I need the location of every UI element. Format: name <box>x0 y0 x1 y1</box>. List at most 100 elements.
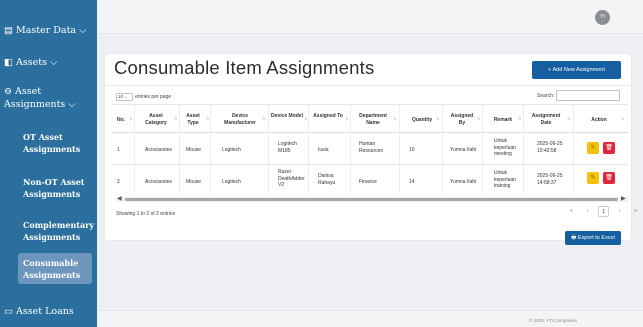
column-divider <box>399 105 400 194</box>
search-input[interactable] <box>556 90 620 101</box>
column-header-asset-type[interactable]: Asset Type <box>182 113 204 126</box>
avatar[interactable]: YI <box>595 10 610 25</box>
column-header-no[interactable]: No. <box>114 117 128 124</box>
scrollbar-thumb[interactable] <box>125 198 618 201</box>
edit-button[interactable]: ✎ <box>587 172 599 184</box>
assets-icon: ◧ <box>4 57 13 68</box>
cell-no: 2 <box>117 179 120 185</box>
row-divider <box>112 164 628 165</box>
column-divider <box>482 105 483 194</box>
sidebar-item-assets[interactable]: ◧ Assets ⌵ <box>0 56 97 69</box>
column-header-remark[interactable]: Remark <box>489 117 517 124</box>
chevron-down-icon: ⌵ <box>68 99 76 110</box>
trash-icon: 🗑 <box>605 145 613 151</box>
sidebar-item-asset-assignments[interactable]: ⊖ Asset Assignments ⌵ <box>0 85 94 111</box>
entries-per-page: 10 ⌵ entries per page <box>116 93 171 101</box>
column-header-assigned-to[interactable]: Assigned To <box>312 113 344 120</box>
sort-icon: ⇅ <box>567 116 571 121</box>
page-title: Consumable Item Assignments <box>114 57 375 78</box>
column-divider <box>210 105 211 194</box>
scroll-right-icon[interactable]: ▶ <box>621 195 626 202</box>
table-info: Showing 1 to 2 of 2 entries <box>116 211 176 217</box>
sidebar-item-label: Assets <box>16 57 47 68</box>
cell-device-model: Razer DeathAdder V2 <box>278 169 305 188</box>
cell-device-manufacturer: Logitech <box>222 179 241 185</box>
delete-button[interactable]: 🗑 <box>603 172 615 184</box>
cell-assigned-by: Yumna Ilahi <box>450 147 477 153</box>
cell-asset-type: Mouse <box>186 179 202 185</box>
column-divider <box>268 105 269 194</box>
edit-button[interactable]: ✎ <box>587 142 599 154</box>
cell-quantity: 10 <box>409 147 415 153</box>
first-page-button[interactable]: « <box>566 206 577 217</box>
last-page-button[interactable]: » <box>630 206 641 217</box>
sort-icon: ⇅ <box>345 116 349 121</box>
column-header-action: Action <box>591 117 607 123</box>
printer-icon: 🖶 <box>571 235 577 241</box>
pagination: « ‹ 1 › » <box>566 206 641 217</box>
column-divider <box>573 105 574 194</box>
pencil-icon: ✎ <box>590 175 596 181</box>
sidebar-item-label: Master Data <box>16 25 77 36</box>
sidebar-item-complementary-assignments[interactable]: Complementary Assignments <box>23 219 95 243</box>
cell-remark: Untuk keperluan meeting <box>494 138 516 157</box>
delete-button[interactable]: 🗑 <box>603 142 615 154</box>
sort-icon: ⇅ <box>436 116 440 121</box>
sort-icon: ⇅ <box>621 116 625 121</box>
cell-asset-category: Accessories <box>145 147 172 153</box>
chevron-down-icon: ⌵ <box>124 94 128 99</box>
trash-icon: 🗑 <box>605 175 613 181</box>
column-divider <box>442 105 443 194</box>
horizontal-scrollbar[interactable] <box>116 197 628 202</box>
sidebar-item-master-data[interactable]: ▤ Master Data ⌵ <box>0 24 97 37</box>
add-assignment-button[interactable]: + Add New Assignment <box>532 61 621 79</box>
footer-copyright: © 2025, YTI Companies <box>529 318 578 323</box>
chevron-down-icon: ⌵ <box>79 25 87 36</box>
sidebar-item-non-ot-asset-assignments[interactable]: Non-OT Asset Assignments <box>23 176 93 200</box>
column-header-asset-category[interactable]: Asset Category <box>138 113 174 126</box>
sort-icon: ⇅ <box>129 116 133 121</box>
sidebar-item-asset-loans[interactable]: ▭ Asset Loans <box>0 305 97 318</box>
column-header-device-model[interactable]: Device Model <box>271 113 303 120</box>
column-divider <box>134 105 135 194</box>
sidebar-item-ot-asset-assignments[interactable]: OT Asset Assignments <box>23 131 88 155</box>
column-header-device-manufacturer[interactable]: Device Manufacturer <box>218 113 262 126</box>
column-header-quantity[interactable]: Quantity <box>406 117 438 124</box>
cell-assigned-to: Iusia <box>318 147 329 153</box>
sidebar-item-label: Asset Assignments <box>4 86 66 110</box>
column-divider <box>350 105 351 194</box>
database-icon: ▤ <box>4 25 13 36</box>
scroll-left-icon[interactable]: ◀ <box>117 195 122 202</box>
cell-device-manufacturer: Logitech <box>222 147 241 153</box>
next-page-button[interactable]: › <box>614 206 625 217</box>
divider <box>104 85 632 86</box>
loan-icon: ▭ <box>4 306 13 317</box>
search-label: Search: <box>537 93 555 99</box>
cell-asset-type: Mouse <box>186 147 202 153</box>
page-1-button[interactable]: 1 <box>598 206 609 217</box>
entries-value: 10 <box>118 94 124 99</box>
sidebar-item-label: Asset Loans <box>16 306 74 317</box>
sort-icon: ⇅ <box>518 116 522 121</box>
chevron-down-icon: ⌵ <box>49 57 58 68</box>
cell-assignment-date: 2025-06-25 10:42:58 <box>537 141 563 154</box>
column-header-department-name[interactable]: Department Name <box>354 113 392 126</box>
sidebar-item-consumable-assignments[interactable]: Consumable Assignments <box>23 257 91 281</box>
table-top-border <box>112 104 628 105</box>
column-header-assignment-date[interactable]: Assignment Date <box>528 113 564 126</box>
cell-quantity: 14 <box>409 179 415 185</box>
prev-page-button[interactable]: ‹ <box>582 206 593 217</box>
column-header-assigned-by[interactable]: Assigned By <box>448 113 476 126</box>
sort-icon: ⇅ <box>393 116 397 121</box>
sort-icon: ⇅ <box>262 116 266 121</box>
cell-device-model: Logitech M185 <box>278 141 297 154</box>
export-excel-button[interactable]: 🖶 Export to Excel <box>565 231 621 245</box>
entries-select[interactable]: 10 ⌵ <box>116 93 133 101</box>
cell-no: 1 <box>117 147 120 153</box>
cell-assigned-by: Yumna Ilahi <box>450 179 477 185</box>
sort-icon: ⇅ <box>206 116 210 121</box>
sort-icon: ⇅ <box>174 116 178 121</box>
cell-assignment-date: 2025-06-25 14:58:37 <box>537 173 563 186</box>
sort-icon: ⇅ <box>304 116 308 121</box>
entries-label: entries per page <box>135 94 172 100</box>
